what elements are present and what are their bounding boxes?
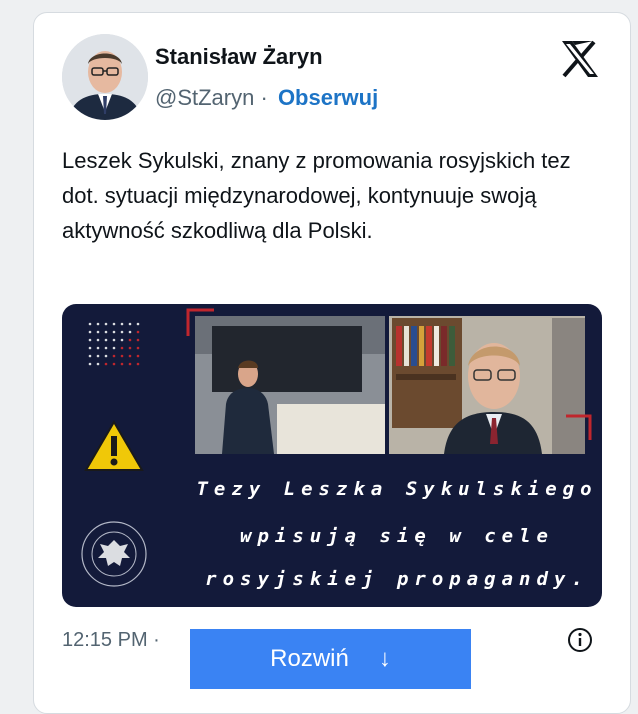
info-icon[interactable] [567,627,593,653]
media-headline-line-3: rosyjskiej propagandy. [205,568,589,590]
tweet-media-image[interactable]: Tezy Leszka Sykulskiego wpisują się w ce… [62,304,602,607]
speaker-photo [195,316,385,454]
eagle-seal-icon [81,521,147,587]
portrait-photo [389,316,585,454]
separator-dot: · [260,85,268,110]
avatar-portrait [62,34,148,120]
media-headline-line-1: Tezy Leszka Sykulskiego [196,478,598,500]
expand-button[interactable]: Rozwiń ↓ [190,629,471,689]
arrow-down-icon: ↓ [378,645,391,672]
x-logo-icon[interactable] [560,40,600,78]
tweet-card: Stanisław Żaryn @StZaryn · Obserwuj Lesz… [33,12,631,714]
dot-pattern [88,322,140,366]
tweet-text: Leszek Sykulski, znany z promowania rosy… [62,148,571,243]
follow-button[interactable]: Obserwuj [278,85,378,110]
tweet-timestamp[interactable]: 12:15 PM · [62,629,160,652]
media-graphics [81,308,592,587]
warning-icon [84,420,144,471]
author-handle[interactable]: @StZaryn [155,85,254,110]
expand-button-label: Rozwiń [270,645,349,672]
author-name[interactable]: Stanisław Żaryn [155,44,323,70]
author-avatar[interactable] [62,34,148,120]
author-handle-row: @StZaryn · Obserwuj [155,85,378,111]
media-headline-line-2: wpisują się w cele [240,525,554,547]
